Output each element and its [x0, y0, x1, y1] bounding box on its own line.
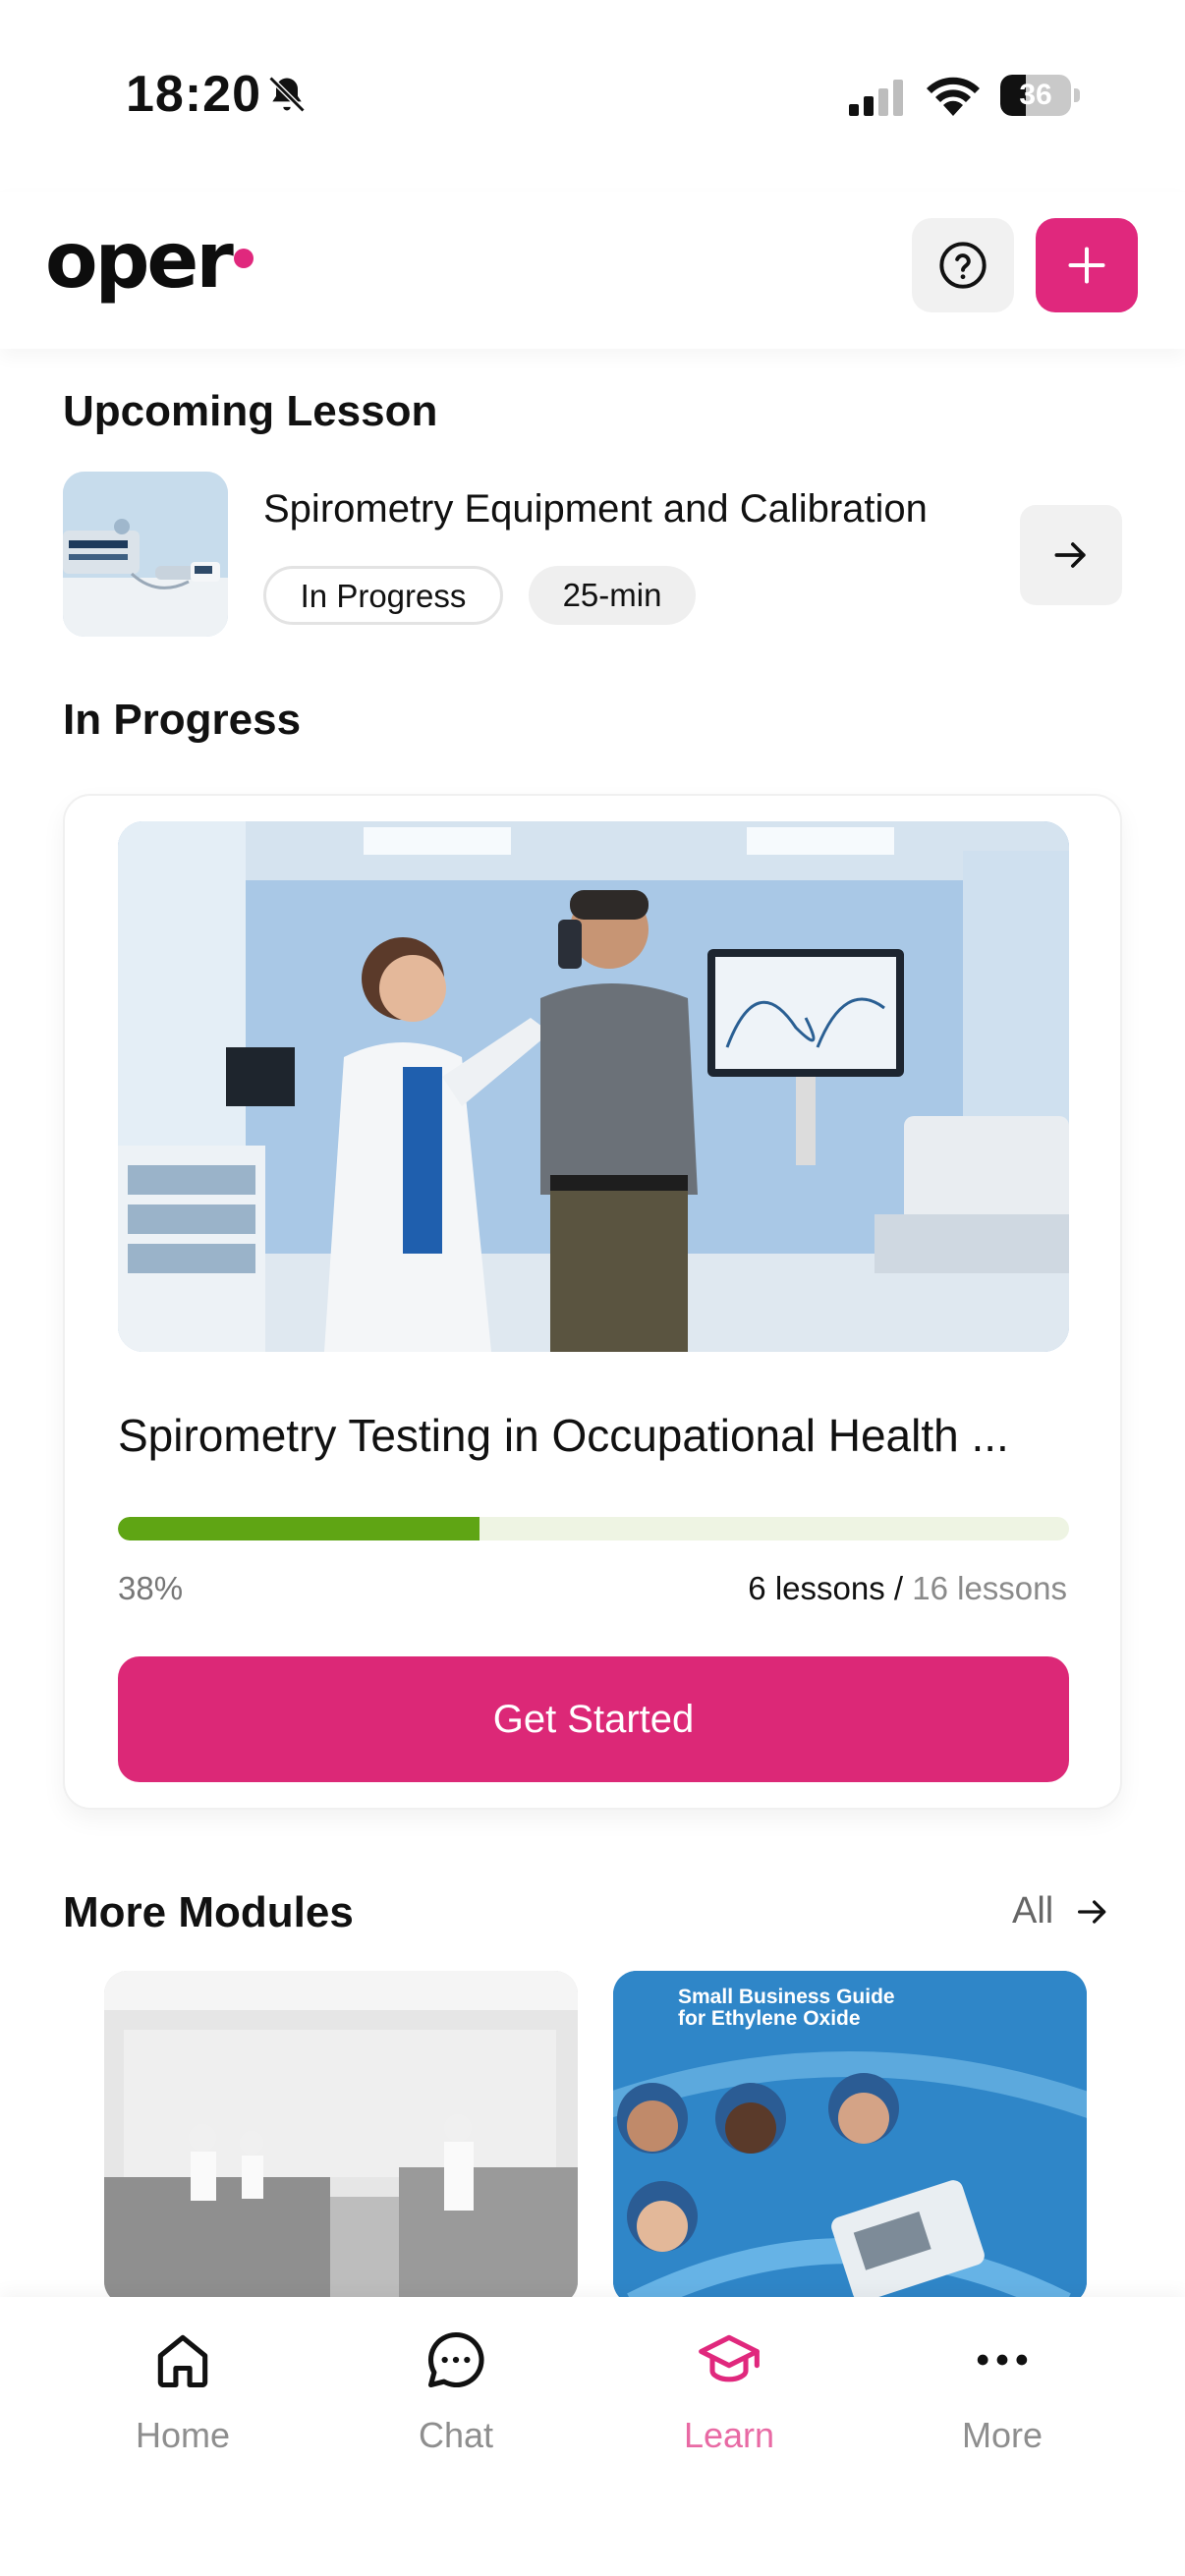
course-card[interactable]: Spirometry Testing in Occupational Healt…	[63, 794, 1122, 1810]
plus-icon	[1068, 247, 1105, 284]
question-circle-icon	[939, 242, 987, 289]
module-card[interactable]: Small Business Guide for Ethylene Oxide	[613, 1971, 1087, 2305]
lesson-title[interactable]: Spirometry Equipment and Calibration	[263, 487, 928, 532]
course-title[interactable]: Spirometry Testing in Occupational Healt…	[118, 1409, 1009, 1462]
lesson-count: 6 lessons / 16 lessons	[748, 1570, 1067, 1607]
more-modules-heading: More Modules	[63, 1888, 354, 1936]
battery-icon: 36	[1000, 75, 1080, 116]
app-logo[interactable]: oper	[45, 217, 234, 306]
more-dots-icon	[977, 2354, 1028, 2366]
logo-dot	[234, 249, 254, 268]
help-button[interactable]	[912, 218, 1014, 312]
wifi-icon	[927, 77, 980, 116]
battery-level: 36	[1019, 79, 1052, 111]
arrow-right-icon	[1054, 542, 1086, 568]
bell-slash-icon	[268, 76, 306, 113]
all-modules-label: All	[1012, 1890, 1054, 1932]
all-modules-link[interactable]: All	[1012, 1890, 1112, 1932]
course-progress-bar	[118, 1517, 1069, 1540]
lessons-separator: /	[893, 1570, 904, 1606]
bottom-nav: Home Chat Learn More	[0, 2297, 1185, 2576]
nav-item-more[interactable]: More	[904, 2326, 1100, 2493]
add-button[interactable]	[1036, 218, 1138, 312]
arrow-right-icon	[1078, 1899, 1106, 1924]
nav-item-learn[interactable]: Learn	[631, 2326, 827, 2493]
progress-percent: 38%	[118, 1570, 184, 1606]
status-bar: 18:20 36	[0, 0, 1185, 192]
nav-label-chat: Chat	[418, 2415, 494, 2455]
upcoming-lesson-heading: Upcoming Lesson	[63, 387, 438, 435]
course-progress-fill	[118, 1517, 480, 1540]
lessons-total: 16 lessons	[912, 1570, 1067, 1606]
app-header: oper	[0, 192, 1185, 349]
nav-label-home: Home	[135, 2415, 231, 2455]
nav-label-learn: Learn	[683, 2415, 775, 2455]
lesson-duration-badge: 25-min	[529, 566, 696, 625]
course-image[interactable]	[118, 821, 1069, 1352]
module-card[interactable]	[104, 1971, 578, 2305]
status-time: 18:20	[126, 66, 261, 123]
signal-icon	[849, 80, 903, 116]
lesson-thumbnail[interactable]	[63, 472, 228, 637]
nav-label-more: More	[961, 2415, 1044, 2455]
open-lesson-button[interactable]	[1020, 505, 1122, 605]
nav-item-home[interactable]: Home	[85, 2326, 281, 2493]
chat-bubble-icon	[427, 2331, 484, 2388]
lesson-status-badge: In Progress	[263, 566, 503, 625]
get-started-button[interactable]: Get Started	[118, 1656, 1069, 1782]
lessons-done: 6 lessons	[748, 1570, 885, 1606]
home-icon	[157, 2334, 208, 2388]
in-progress-heading: In Progress	[63, 696, 302, 744]
nav-item-chat[interactable]: Chat	[358, 2326, 554, 2493]
graduation-cap-icon	[699, 2334, 760, 2382]
module-caption: Small Business Guide for Ethylene Oxide	[678, 1986, 895, 2030]
